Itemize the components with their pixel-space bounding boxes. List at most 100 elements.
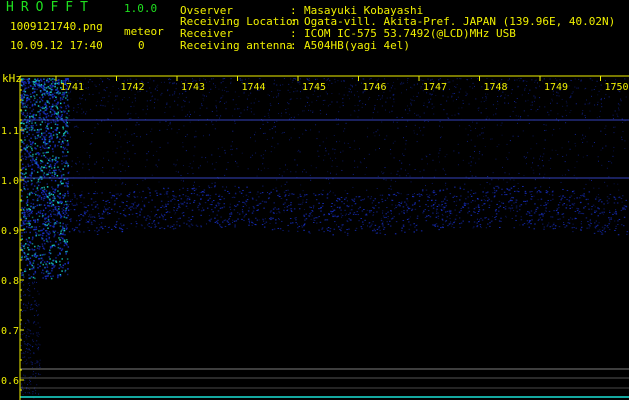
noise-dot <box>562 116 564 118</box>
noise-dot <box>23 284 25 286</box>
noise-dot <box>128 158 130 160</box>
noise-dot <box>23 223 25 225</box>
noise-dot <box>167 90 169 92</box>
noise-dot <box>160 94 162 96</box>
noise-dot <box>367 127 369 129</box>
noise-dot <box>504 208 507 210</box>
noise-dot <box>50 193 53 195</box>
noise-dot <box>551 100 553 102</box>
noise-dot <box>42 259 44 262</box>
noise-dot <box>32 296 34 298</box>
noise-dot <box>582 141 584 143</box>
noise-dot <box>133 133 135 135</box>
noise-dot <box>37 347 39 349</box>
noise-dot <box>55 169 57 172</box>
noise-dot <box>41 243 44 245</box>
noise-dot <box>561 98 563 100</box>
noise-dot <box>28 133 30 136</box>
noise-dot <box>454 92 456 94</box>
noise-dot <box>114 226 117 228</box>
noise-dot <box>476 122 478 124</box>
noise-dot <box>328 78 330 80</box>
noise-dot <box>387 83 389 85</box>
noise-dot <box>557 113 559 115</box>
noise-dot <box>189 163 191 165</box>
noise-dot <box>438 161 440 163</box>
noise-dot <box>42 117 45 119</box>
noise-dot <box>289 91 291 93</box>
noise-dot <box>134 153 136 155</box>
noise-dot <box>52 218 54 220</box>
noise-dot <box>470 195 473 197</box>
noise-dot <box>48 237 50 240</box>
noise-dot <box>357 116 359 118</box>
noise-dot <box>152 221 155 223</box>
noise-dot <box>273 83 275 85</box>
noise-dot <box>169 106 171 108</box>
noise-dot <box>340 227 343 229</box>
noise-dot <box>277 95 279 97</box>
noise-dot <box>32 80 35 83</box>
noise-dot <box>613 202 616 204</box>
noise-dot <box>574 142 576 144</box>
noise-dot <box>27 247 29 249</box>
noise-dot <box>229 206 231 208</box>
noise-dot <box>31 122 33 125</box>
noise-dot <box>496 108 498 110</box>
noise-dot <box>483 195 485 197</box>
noise-dot <box>392 105 394 107</box>
noise-dot <box>51 270 53 272</box>
noise-dot <box>248 207 251 209</box>
noise-dot <box>61 117 63 120</box>
noise-dot <box>39 344 41 346</box>
noise-dot <box>326 194 329 196</box>
noise-dot <box>205 195 208 197</box>
noise-dot <box>89 143 91 145</box>
noise-dot <box>543 205 545 207</box>
noise-dot <box>107 226 110 228</box>
noise-dot <box>295 90 297 92</box>
noise-dot <box>580 195 583 197</box>
noise-dot <box>477 210 480 212</box>
noise-dot <box>609 221 611 223</box>
noise-dot <box>23 220 26 222</box>
noise-dot <box>507 102 509 104</box>
noise-dot <box>401 227 403 229</box>
noise-dot <box>274 207 276 209</box>
noise-dot <box>108 95 110 97</box>
noise-dot <box>570 195 573 197</box>
noise-dot <box>209 221 211 223</box>
noise-dot <box>185 195 187 197</box>
noise-dot <box>357 81 359 83</box>
noise-dot <box>246 98 248 100</box>
noise-dot <box>416 194 419 196</box>
noise-dot <box>393 157 395 159</box>
noise-dot <box>187 220 190 222</box>
noise-dot <box>508 207 510 209</box>
noise-dot <box>473 211 475 213</box>
noise-dot <box>425 204 427 206</box>
noise-dot <box>29 353 31 355</box>
noise-dot <box>355 196 358 198</box>
noise-dot <box>524 80 526 82</box>
noise-dot <box>62 194 64 196</box>
noise-dot <box>44 242 46 245</box>
noise-dot <box>598 197 600 199</box>
noise-dot <box>208 219 210 221</box>
noise-dot <box>24 356 26 358</box>
noise-dot <box>239 115 241 117</box>
noise-dot <box>20 330 22 332</box>
noise-dot <box>139 214 141 216</box>
noise-dot <box>499 205 502 207</box>
noise-dot <box>549 102 551 104</box>
noise-dot <box>52 82 54 84</box>
noise-dot <box>470 161 472 163</box>
noise-dot <box>267 112 269 114</box>
noise-dot <box>50 108 52 110</box>
noise-dot <box>623 207 625 209</box>
noise-dot <box>310 218 312 220</box>
noise-dot <box>36 186 39 189</box>
noise-dot <box>97 123 99 125</box>
noise-dot <box>20 94 22 96</box>
noise-dot <box>111 112 113 114</box>
